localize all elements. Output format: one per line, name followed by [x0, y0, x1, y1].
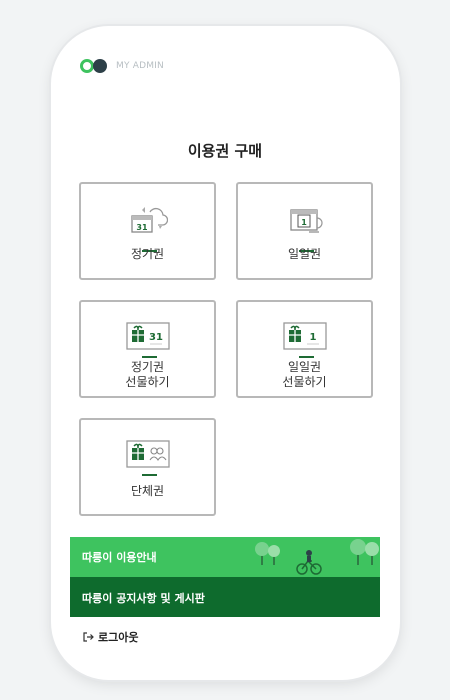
notice-banner-label: 따릉이 공지사항 및 게시판 — [82, 592, 205, 605]
guide-banner[interactable]: 따릉이 이용안내 — [70, 537, 380, 577]
pass-card-label: 단체권 — [130, 484, 165, 498]
svg-text:1: 1 — [309, 332, 316, 343]
pass-card-regular-gift[interactable]: 31 정기권 선물하기 — [79, 300, 216, 398]
page-title: 이용권 구매 — [187, 142, 263, 160]
svg-text:31: 31 — [149, 332, 163, 343]
calendar-day-icon: 1 — [289, 209, 323, 233]
logout-icon — [83, 632, 94, 642]
pass-card-regular[interactable]: 31 정기권 — [79, 182, 216, 280]
app-header: MY ADMIN — [80, 58, 164, 74]
pass-card-group[interactable]: 단체권 — [79, 418, 216, 516]
app-screen: MY ADMIN 이용권 구매 31 정기권 1 일일권 31 정기권 선물하기… — [70, 44, 380, 656]
pass-card-label: 일일권 선물하기 — [282, 360, 327, 389]
brand-logo[interactable] — [80, 59, 110, 73]
svg-text:1: 1 — [301, 218, 307, 227]
pass-card-label: 정기권 — [130, 247, 165, 261]
notice-banner[interactable]: 따릉이 공지사항 및 게시판 — [70, 577, 380, 617]
gift-ticket-1-icon: 1 — [282, 322, 327, 350]
park-illustration — [255, 539, 379, 575]
pass-card-daily-gift[interactable]: 1 일일권 선물하기 — [236, 300, 373, 398]
gift-ticket-group-icon — [125, 440, 170, 468]
logout-label: 로그아웃 — [98, 631, 139, 644]
svg-text:31: 31 — [136, 223, 148, 232]
logout-button[interactable]: 로그아웃 — [82, 629, 138, 645]
calendar-sync-icon: 31 — [130, 207, 168, 233]
pass-card-daily[interactable]: 1 일일권 — [236, 182, 373, 280]
my-admin-label[interactable]: MY ADMIN — [116, 61, 164, 71]
guide-banner-label: 따릉이 이용안내 — [82, 551, 157, 564]
pass-card-label: 정기권 선물하기 — [125, 360, 170, 389]
gift-ticket-31-icon: 31 — [125, 322, 170, 350]
pass-card-label: 일일권 — [287, 247, 322, 261]
